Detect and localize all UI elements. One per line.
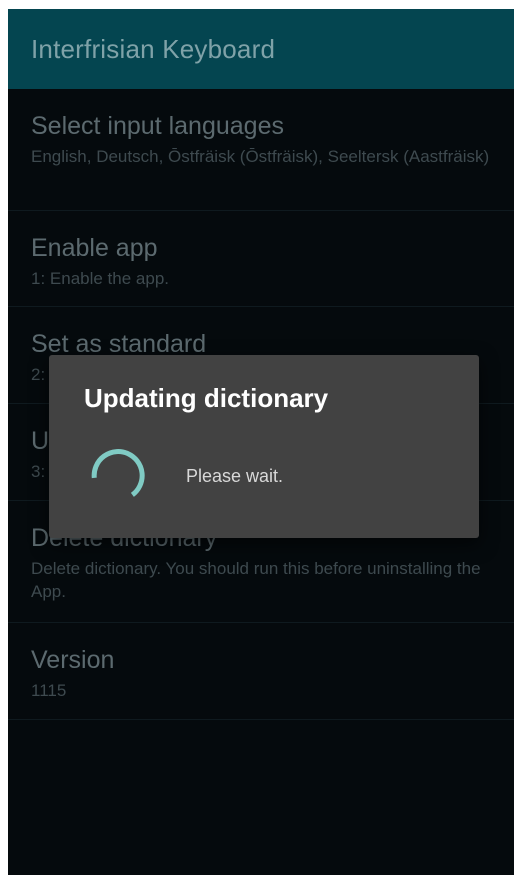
dialog-message: Please wait. bbox=[186, 466, 284, 486]
screen: Interfrisian Keyboard Select input langu… bbox=[8, 9, 514, 875]
progress-dialog: Updating dictionary Please wait. bbox=[49, 355, 479, 538]
dialog-title: Updating dictionary bbox=[84, 383, 329, 413]
progress-spinner-icon bbox=[85, 444, 149, 508]
